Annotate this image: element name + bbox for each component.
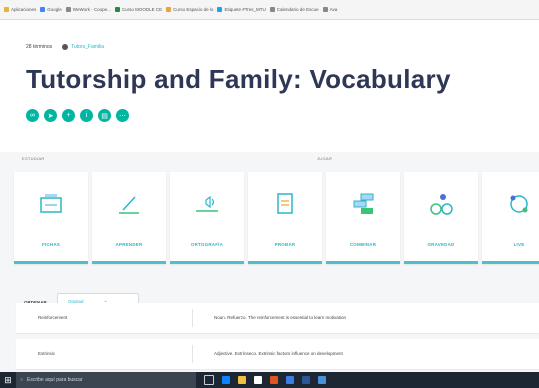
- app-icon[interactable]: [270, 376, 278, 384]
- bookmark-icon: [166, 7, 172, 12]
- live-icon: [504, 190, 534, 218]
- mode-card-fichas[interactable]: FICHAS: [14, 172, 88, 264]
- bookmark-icon: [322, 7, 328, 12]
- author-name[interactable]: Tutors_Familia: [71, 44, 104, 50]
- bookmark-label: Aplicaciones: [11, 7, 37, 12]
- row-divider: [192, 309, 193, 327]
- word-icon[interactable]: [286, 376, 294, 384]
- set-header: 28 términos Tutors_Familia Tutorship and…: [0, 20, 539, 152]
- mode-card-gravedad[interactable]: GRAVEDAD: [404, 172, 478, 264]
- search-icon: ○: [20, 377, 24, 383]
- term-text: Extrinsic: [38, 351, 56, 356]
- author-link[interactable]: Tutors_Familia: [62, 44, 104, 50]
- flashcards-icon: [36, 190, 66, 218]
- bookmark-icon: [114, 7, 120, 12]
- bookmark-label: WeWork - Coope...: [72, 7, 111, 12]
- edge-icon[interactable]: [222, 376, 230, 384]
- term-row: Reinforcement Noun. Refuerzo. The reinfor…: [16, 303, 539, 333]
- info-icon[interactable]: i: [80, 109, 93, 122]
- share-icon[interactable]: ➤: [44, 109, 57, 122]
- bookmark-label: Etiquete #Tres_MTU: [224, 7, 266, 12]
- bookmark-item[interactable]: Calendario de Escue: [269, 7, 319, 12]
- avatar: [62, 44, 69, 50]
- bookmark-item[interactable]: Curso Espacio de lo: [166, 7, 213, 12]
- app3-icon[interactable]: [318, 376, 326, 384]
- mode-card-probar[interactable]: PROBAR: [248, 172, 322, 264]
- spell-icon: [192, 190, 222, 218]
- definition-text: Noun. Refuerzo. The reinforcement is ess…: [214, 315, 346, 320]
- social-buttons: ∞ ➤ + i ▤ ⋯: [26, 109, 129, 122]
- bookmark-icon: [65, 7, 71, 12]
- mode-label: ORTOGRAFÍA: [190, 242, 224, 247]
- bookmark-label: Google: [47, 7, 62, 12]
- mode-card-ortografía[interactable]: ORTOGRAFÍA: [170, 172, 244, 264]
- bookmark-icon: [269, 7, 275, 12]
- page-title: Tutorship and Family: Vocabulary: [26, 64, 451, 94]
- breadcrumb: 28 términos Tutors_Familia: [26, 44, 104, 50]
- match-icon: [348, 190, 378, 218]
- learn-icon: [114, 190, 144, 218]
- definition-text: Adjective. Extrínseco. Extrinsic factors…: [214, 351, 343, 356]
- terms-count: 28 términos: [26, 44, 53, 50]
- bookmark-label: Ava: [329, 7, 338, 12]
- link-icon[interactable]: ∞: [26, 109, 39, 122]
- taskbar-search[interactable]: ○ Escribe aquí para buscar: [16, 372, 196, 388]
- task-view-icon[interactable]: [204, 375, 214, 385]
- mode-label: COMBINAR: [349, 242, 377, 247]
- page: 28 términos Tutors_Familia Tutorship and…: [0, 20, 539, 372]
- bookmark-icon: [40, 7, 46, 12]
- store-icon[interactable]: [254, 376, 262, 384]
- taskbar: ⊞ ○ Escribe aquí para buscar: [0, 372, 539, 388]
- bookmark-icon: [217, 7, 223, 12]
- mode-card-live[interactable]: LIVE: [482, 172, 539, 264]
- bookmark-item[interactable]: Curso MOODLE CE: [114, 7, 163, 12]
- bookmark-item[interactable]: Etiquete #Tres_MTU: [217, 7, 266, 12]
- mode-label: GRAVEDAD: [427, 242, 455, 247]
- mode-card-combinar[interactable]: COMBINAR: [326, 172, 400, 264]
- mode-card-aprender[interactable]: APRENDER: [92, 172, 166, 264]
- mode-label: LIVE: [513, 242, 525, 247]
- bookmark-item[interactable]: WeWork - Coope...: [65, 7, 111, 12]
- test-icon: [270, 190, 300, 218]
- bookmark-item[interactable]: Ava: [322, 7, 338, 12]
- gravity-icon: [426, 190, 456, 218]
- term-row: Extrinsic Adjective. Extrínseco. Extrinsi…: [16, 339, 539, 369]
- bookmark-label: Calendario de Escue: [276, 7, 319, 12]
- print-icon[interactable]: ▤: [98, 109, 111, 122]
- taskbar-search-placeholder: Escribe aquí para buscar: [27, 377, 83, 383]
- play-section-label: JUGAR: [317, 156, 333, 161]
- bookmark-label: Curso Espacio de lo: [173, 7, 214, 12]
- bookmarks-bar: Aplicaciones Google WeWork - Coope... Curso…: [0, 0, 539, 20]
- mode-label: PROBAR: [274, 242, 296, 247]
- bookmark-item[interactable]: Aplicaciones: [4, 7, 36, 12]
- more-icon[interactable]: ⋯: [116, 109, 129, 122]
- study-section-label: ESTUDIAR: [22, 156, 45, 161]
- study-modes: FICHAS APRENDER ORTOGRAFÍA PROBAR COMBINAR GR…: [14, 172, 539, 264]
- bookmark-icon: [4, 7, 9, 12]
- bookmark-item[interactable]: Google: [40, 7, 62, 12]
- mode-label: APRENDER: [115, 242, 143, 247]
- row-divider: [192, 345, 193, 363]
- app2-icon[interactable]: [302, 376, 310, 384]
- bookmark-label: Curso MOODLE CE: [121, 7, 163, 12]
- mode-label: FICHAS: [42, 242, 60, 247]
- folder-icon[interactable]: [238, 376, 246, 384]
- term-text: Reinforcement: [38, 315, 68, 320]
- windows-start-icon[interactable]: ⊞: [0, 372, 16, 388]
- add-icon[interactable]: +: [62, 109, 75, 122]
